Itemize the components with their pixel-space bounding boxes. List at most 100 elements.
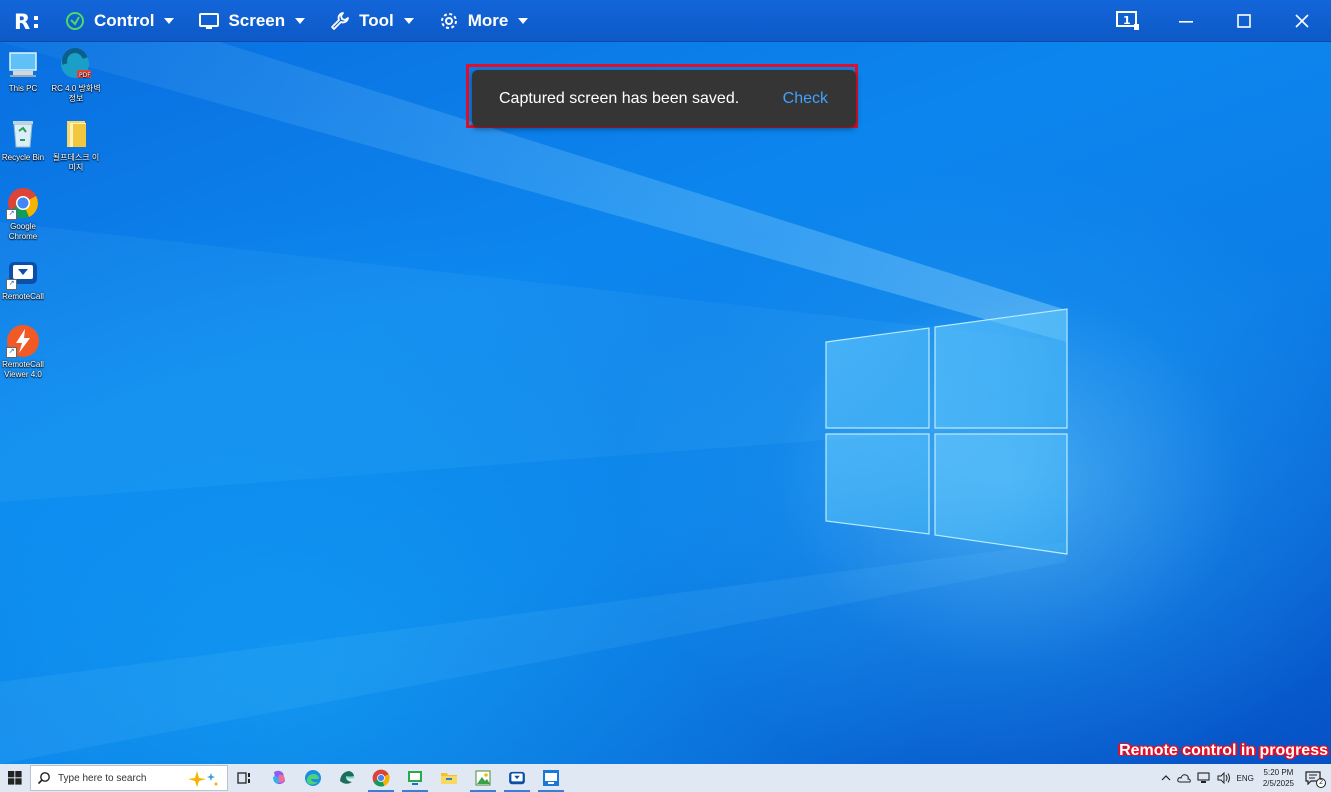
copilot-sparkle-icon: [188, 771, 218, 787]
desktop-icon-rc-firewall-pdf[interactable]: PDF RC 4.0 방화벽 정보: [51, 48, 101, 104]
svg-text:R: R: [14, 10, 30, 32]
chrome-icon: [372, 769, 390, 787]
chevron-down-icon: [403, 17, 414, 24]
menu-control[interactable]: Control: [50, 0, 184, 41]
tray-onedrive[interactable]: [1176, 773, 1191, 783]
pdf-file-icon: PDF: [59, 48, 93, 82]
chevron-down-icon: [164, 17, 175, 24]
minimize-button[interactable]: [1157, 0, 1215, 41]
monitor-icon: [198, 10, 220, 32]
taskbar-app-image-viewer[interactable]: [466, 764, 500, 792]
image-viewer-icon: [475, 770, 491, 786]
desktop-icon-label: RC 4.0 방화벽 정보: [51, 84, 101, 103]
windows-taskbar: Type here to search ENG 5:20 PM 2/5/2025…: [0, 764, 1331, 792]
capture-saved-toast: Captured screen has been saved. Check: [472, 70, 856, 127]
menu-tool[interactable]: Tool: [315, 0, 424, 41]
windows-start-icon: [8, 771, 22, 785]
window-controls: 1: [1099, 0, 1331, 41]
search-placeholder: Type here to search: [58, 772, 147, 784]
desktop-icon-label: 될프데스크 이미지: [52, 153, 100, 172]
taskbar-app-file-explorer[interactable]: [432, 764, 466, 792]
notification-center-button[interactable]: 2: [1305, 771, 1326, 788]
monitor-select-button[interactable]: 1: [1099, 0, 1157, 41]
toast-message: Captured screen has been saved.: [499, 89, 740, 107]
desktop-icon-google-chrome[interactable]: ↗ Google Chrome: [0, 186, 48, 242]
notification-count-badge: 2: [1316, 778, 1326, 788]
logo-icon: R: [14, 10, 38, 32]
desktop-icon-label: RemoteCall: [2, 292, 44, 301]
remotecall-viewer-icon: [543, 770, 559, 786]
chevron-down-icon: [518, 17, 529, 24]
taskbar-app-edge-dev[interactable]: [330, 764, 364, 792]
remote-desktop[interactable]: This PC PDF RC 4.0 방화벽 정보 Recycle Bin 될프…: [0, 42, 1331, 764]
remotecall-icon: ↗: [6, 256, 40, 290]
network-icon: [1196, 772, 1210, 783]
menu-screen-label: Screen: [228, 10, 286, 30]
start-button[interactable]: [0, 764, 30, 792]
chrome-icon: ↗: [6, 186, 40, 220]
windows-logo: [825, 308, 1068, 555]
taskbar-app-remote-support[interactable]: [398, 764, 432, 792]
tray-date: 2/5/2025: [1262, 779, 1294, 788]
maximize-icon: [1237, 13, 1251, 28]
chevron-down-icon: [295, 17, 306, 24]
search-icon: [37, 772, 50, 785]
desktop-icon-label: RemoteCall Viewer 4.0: [2, 360, 44, 379]
file-explorer-icon: [441, 773, 457, 784]
remote-toolbar: R Control Screen Tool More 1: [0, 0, 1331, 42]
desktop-icon-this-pc[interactable]: This PC: [0, 48, 48, 94]
minimize-icon: [1179, 20, 1193, 23]
remote-support-icon: [408, 771, 422, 785]
tray-volume[interactable]: [1217, 772, 1231, 784]
edge-dev-icon: [340, 771, 355, 784]
svg-text:PDF: PDF: [79, 72, 91, 79]
recycle-bin-icon: [6, 117, 40, 151]
desktop-icon-remotecall-viewer[interactable]: ↗ RemoteCall Viewer 4.0: [0, 324, 48, 380]
wrench-icon: [329, 10, 351, 32]
tray-clock[interactable]: 5:20 PM 2/5/2025: [1263, 767, 1294, 789]
menu-more-label: More: [467, 10, 509, 30]
tray-time: 5:20 PM: [1263, 768, 1294, 777]
tray-language[interactable]: ENG: [1237, 774, 1254, 783]
desktop-icon-folder[interactable]: 될프데스크 이미지: [51, 117, 101, 173]
edge-icon: [305, 770, 321, 786]
chevron-up-icon: [1161, 775, 1170, 781]
tray-network[interactable]: [1196, 772, 1211, 784]
tray-overflow-button[interactable]: [1161, 774, 1171, 782]
cloud-icon: [1176, 774, 1191, 783]
desktop-icon-label: Google Chrome: [8, 222, 38, 241]
maximize-button[interactable]: [1215, 0, 1273, 41]
task-view-icon: [237, 772, 250, 784]
shortcut-arrow-icon: ↗: [6, 279, 17, 290]
this-pc-icon: [6, 48, 40, 82]
desktop-icon-label: Recycle Bin: [1, 153, 45, 162]
taskbar-app-chrome[interactable]: [364, 764, 398, 792]
volume-icon: [1217, 772, 1230, 784]
desktop-icon-remotecall[interactable]: ↗ RemoteCall: [0, 256, 48, 302]
taskbar-search-box[interactable]: Type here to search: [30, 765, 228, 791]
windows-wallpaper: [0, 42, 1068, 764]
menu-more[interactable]: More: [424, 0, 539, 41]
desktop-icon-recycle-bin[interactable]: Recycle Bin: [0, 117, 48, 163]
monitor-switch-icon: 1: [1116, 10, 1139, 30]
close-button[interactable]: [1273, 0, 1331, 41]
menu-tool-label: Tool: [359, 10, 394, 30]
system-tray: ENG 5:20 PM 2/5/2025 2: [1158, 764, 1331, 792]
app-logo: R: [6, 0, 50, 41]
close-icon: [1295, 13, 1309, 28]
taskbar-app-copilot[interactable]: [262, 764, 296, 792]
taskbar-app-edge[interactable]: [296, 764, 330, 792]
shortcut-arrow-icon: ↗: [6, 209, 17, 220]
menu-control-label: Control: [94, 10, 155, 30]
remotecall-viewer-icon: ↗: [6, 324, 40, 358]
copilot-icon: [273, 770, 285, 785]
taskbar-app-remotecall-viewer[interactable]: [534, 764, 568, 792]
menu-screen[interactable]: Screen: [184, 0, 315, 41]
taskbar-app-remotecall[interactable]: [500, 764, 534, 792]
svg-text:1: 1: [1123, 14, 1131, 27]
desktop-icon-label: This PC: [8, 84, 38, 93]
shortcut-arrow-icon: ↗: [6, 347, 17, 358]
task-view-button[interactable]: [228, 764, 262, 792]
remotecall-icon: [509, 771, 525, 785]
toast-check-button[interactable]: Check: [783, 90, 828, 108]
